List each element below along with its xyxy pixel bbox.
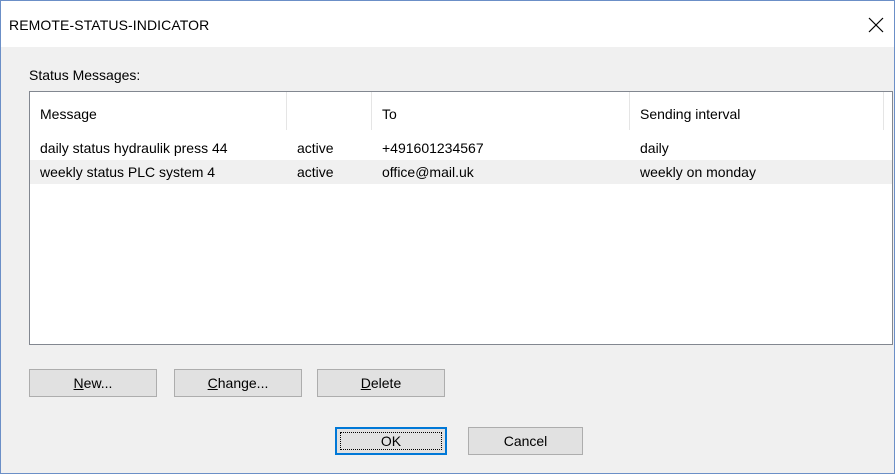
row-state: active — [297, 140, 334, 156]
row-to: office@mail.uk — [382, 164, 474, 180]
list-header: Message To Sending interval — [30, 92, 892, 130]
column-header-message[interactable]: Message — [30, 92, 287, 130]
change-button[interactable]: Change... — [174, 369, 302, 397]
column-header-sending-interval[interactable]: Sending interval — [630, 92, 884, 130]
focus-rectangle — [340, 432, 442, 450]
status-messages-list[interactable]: Message To Sending interval daily status… — [29, 91, 893, 345]
change-button-label: hange... — [217, 375, 269, 391]
list-row[interactable]: daily status hydraulik press 44 active +… — [30, 136, 892, 160]
delete-button-mnemonic: D — [360, 375, 371, 391]
cancel-button[interactable]: Cancel — [468, 427, 583, 455]
new-button-mnemonic: N — [73, 375, 84, 391]
new-button[interactable]: New... — [29, 369, 157, 397]
window-title: REMOTE-STATUS-INDICATOR — [9, 17, 210, 33]
column-header-to[interactable]: To — [372, 92, 630, 130]
change-button-mnemonic: C — [207, 375, 218, 391]
row-interval: weekly on monday — [640, 164, 756, 180]
row-to: +491601234567 — [382, 140, 484, 156]
cancel-button-label: Cancel — [503, 433, 548, 449]
delete-button[interactable]: Delete — [317, 369, 445, 397]
dialog-window: REMOTE-STATUS-INDICATOR Status Messages:… — [0, 0, 895, 474]
row-interval: daily — [640, 140, 669, 156]
row-message: daily status hydraulik press 44 — [40, 140, 228, 156]
list-row-selected[interactable]: weekly status PLC system 4 active office… — [30, 160, 892, 184]
row-message: weekly status PLC system 4 — [40, 164, 216, 180]
title-bar[interactable]: REMOTE-STATUS-INDICATOR — [1, 1, 894, 47]
column-header-state[interactable] — [287, 92, 372, 130]
ok-button[interactable]: OK — [335, 427, 447, 455]
status-messages-label: Status Messages: — [29, 67, 141, 83]
close-icon — [868, 17, 884, 33]
row-state: active — [297, 164, 334, 180]
delete-button-label: elete — [370, 375, 402, 391]
close-button[interactable] — [858, 7, 894, 43]
new-button-label: ew... — [83, 375, 113, 391]
